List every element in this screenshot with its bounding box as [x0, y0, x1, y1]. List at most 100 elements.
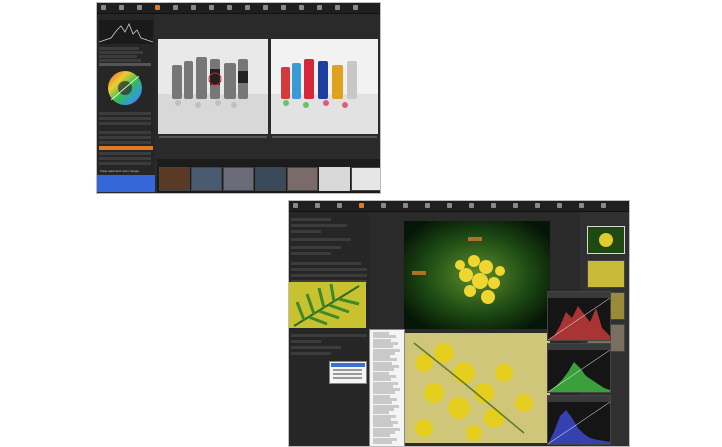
folder-icon[interactable] — [315, 203, 320, 208]
slider-row[interactable] — [291, 268, 367, 271]
image-icon[interactable] — [101, 5, 106, 10]
bottom-screenshot — [288, 200, 630, 447]
gear-icon[interactable] — [155, 5, 160, 10]
panel-row[interactable] — [99, 63, 151, 66]
panel-row[interactable] — [291, 246, 341, 249]
top-histogram — [98, 20, 154, 44]
red-histogram[interactable] — [547, 291, 611, 341]
panel-row[interactable] — [99, 51, 143, 54]
panel-row[interactable] — [99, 55, 137, 58]
panel-row[interactable] — [291, 252, 331, 255]
thumbnail-cards[interactable] — [287, 167, 318, 191]
info-icon[interactable] — [557, 203, 562, 208]
redo-icon[interactable] — [227, 5, 232, 10]
bottom-left-panel — [289, 212, 369, 446]
top-filmstrip — [157, 159, 380, 193]
color-wheel-icon[interactable] — [107, 70, 143, 106]
thumbnail-selected[interactable] — [587, 226, 625, 254]
viewer-before[interactable] — [158, 39, 268, 134]
image-icon[interactable] — [293, 203, 298, 208]
brush-icon[interactable] — [191, 5, 196, 10]
slider-row[interactable] — [99, 141, 151, 144]
thumbnail-bottles-selected[interactable] — [319, 167, 350, 191]
leaf-preview[interactable] — [289, 282, 366, 328]
context-menu[interactable] — [369, 329, 405, 446]
panel-row[interactable] — [99, 59, 141, 62]
lock-icon[interactable] — [137, 5, 142, 10]
popup-item-selected[interactable] — [331, 363, 365, 367]
popup-item[interactable] — [333, 377, 362, 379]
panel-row — [291, 352, 331, 355]
bottom-toolbar — [289, 201, 629, 212]
top-screenshot: View selected color range — [96, 2, 381, 194]
lock-icon[interactable] — [337, 203, 342, 208]
brush-icon[interactable] — [403, 203, 408, 208]
panel-row[interactable] — [291, 230, 321, 233]
mimosa-vignette-image — [404, 221, 550, 329]
eye-icon[interactable] — [263, 5, 268, 10]
slider-row[interactable] — [99, 152, 151, 155]
help-icon[interactable] — [601, 203, 606, 208]
grid-icon[interactable] — [513, 203, 518, 208]
folder-icon[interactable] — [119, 5, 124, 10]
top-blue-bar — [97, 175, 155, 192]
slider-row[interactable] — [99, 157, 151, 160]
context-menu-item[interactable] — [373, 440, 392, 444]
window-icon[interactable] — [535, 203, 540, 208]
undo-icon[interactable] — [425, 203, 430, 208]
panel-row — [291, 334, 367, 337]
export-icon[interactable] — [579, 203, 584, 208]
thumbnail-harbor[interactable] — [255, 167, 286, 191]
popup-item[interactable] — [333, 373, 362, 375]
thumb-image — [588, 227, 624, 253]
blue-channel-graph — [548, 402, 610, 444]
leaf-image — [289, 282, 366, 328]
panel-row — [291, 346, 341, 349]
slider-row[interactable] — [99, 131, 151, 134]
panel-row[interactable] — [291, 238, 351, 241]
green-channel-graph — [548, 350, 610, 392]
selected-color-row[interactable] — [99, 146, 153, 150]
green-histogram[interactable] — [547, 343, 611, 393]
crop-icon[interactable] — [173, 5, 178, 10]
blue-histogram[interactable] — [547, 395, 611, 445]
grid-icon[interactable] — [281, 5, 286, 10]
thumbnail[interactable] — [587, 260, 625, 288]
top-left-panel: View selected color range — [97, 14, 155, 175]
panel-row[interactable] — [99, 47, 139, 50]
thumbnail-bottles[interactable] — [351, 167, 380, 191]
viewer-after[interactable] — [271, 39, 378, 134]
view-color-range-label: View selected color range — [100, 169, 139, 173]
main-viewer-bottom[interactable] — [404, 333, 550, 443]
thumbnail-aurora[interactable] — [159, 167, 190, 191]
viewer-caption — [272, 136, 377, 138]
panel-row[interactable] — [291, 262, 361, 265]
redo-icon[interactable] — [447, 203, 452, 208]
panel-row[interactable] — [291, 218, 331, 221]
viewer-caption — [159, 136, 267, 138]
slider-row[interactable] — [99, 117, 151, 120]
zoom-icon[interactable] — [245, 5, 250, 10]
thumbnail-city-dusk[interactable] — [191, 167, 222, 191]
slider-row[interactable] — [99, 162, 151, 165]
slider-row[interactable] — [99, 136, 151, 139]
undo-icon[interactable] — [209, 5, 214, 10]
crop-icon[interactable] — [381, 203, 386, 208]
zoom-icon[interactable] — [469, 203, 474, 208]
panel-row[interactable] — [291, 224, 347, 227]
info-icon[interactable] — [317, 5, 322, 10]
eye-icon[interactable] — [491, 203, 496, 208]
help-icon[interactable] — [353, 5, 358, 10]
export-icon[interactable] — [335, 5, 340, 10]
popup-item[interactable] — [333, 369, 362, 371]
slider-row[interactable] — [291, 274, 367, 277]
main-viewer-top[interactable] — [404, 221, 550, 329]
window-icon[interactable] — [299, 5, 304, 10]
thumbnail-city-night[interactable] — [223, 167, 254, 191]
gear-icon[interactable] — [359, 203, 364, 208]
histogram-graph — [98, 23, 154, 43]
slider-row[interactable] — [99, 112, 151, 115]
bottles-image — [158, 57, 268, 134]
slider-row[interactable] — [99, 122, 151, 125]
popup-menu[interactable] — [329, 361, 367, 384]
